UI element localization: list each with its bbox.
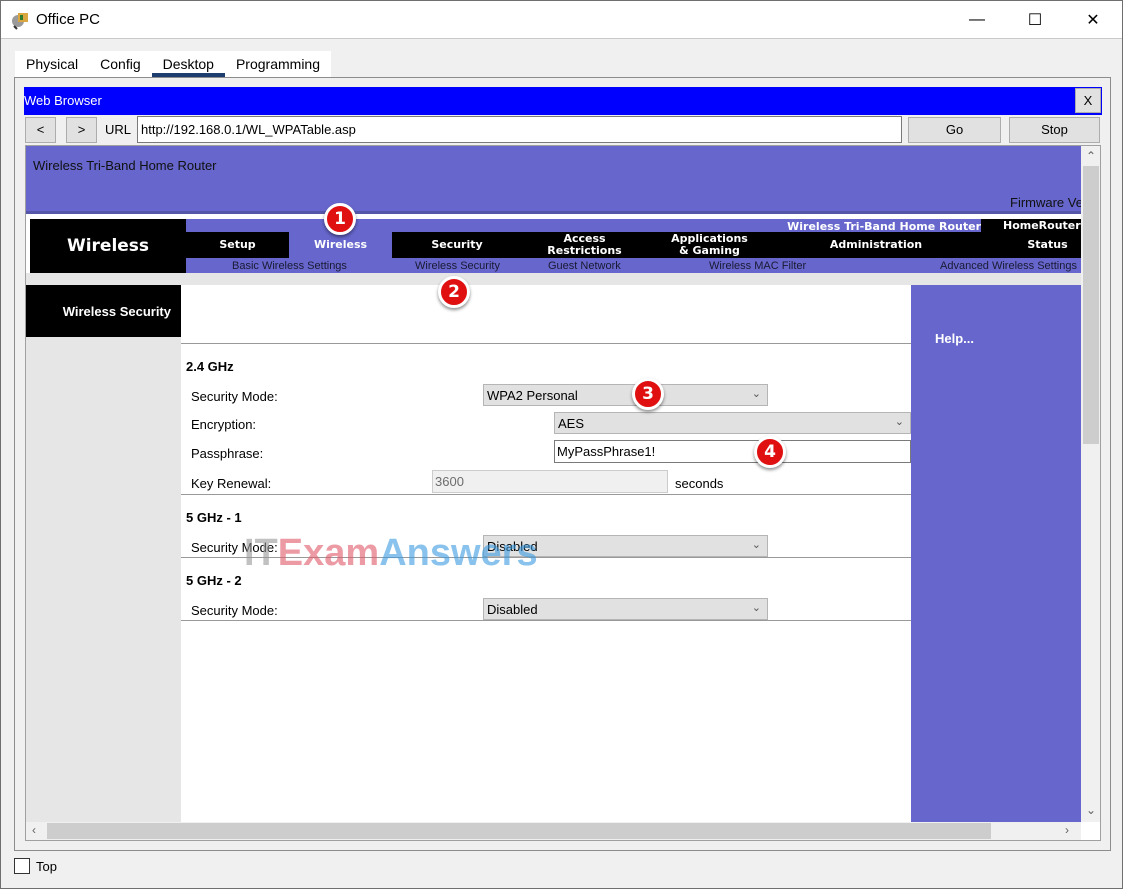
divider	[181, 494, 911, 495]
chevron-down-icon: ⌄	[894, 416, 904, 428]
sidebar-title: Wireless Security	[26, 285, 181, 337]
url-input[interactable]: http://192.168.0.1/WL_WPATable.asp	[137, 116, 902, 143]
divider	[181, 557, 911, 558]
chevron-down-icon: ⌄	[751, 539, 761, 551]
band-5ghz-2-title: 5 GHz - 2	[186, 573, 242, 588]
vertical-scroll-thumb[interactable]	[1083, 166, 1099, 444]
close-window-button[interactable]: ✕	[1064, 1, 1122, 39]
desktop-panel: Web Browser X < > URL http://192.168.0.1…	[14, 77, 1111, 851]
nav-applications-gaming[interactable]: Applications & Gaming	[647, 232, 772, 258]
security-mode-label-5-1: Security Mode:	[191, 540, 278, 555]
router-host-name: HomeRouter	[981, 219, 1081, 232]
subnav-wireless-security[interactable]: Wireless Security	[415, 260, 500, 272]
app-icon	[12, 13, 28, 30]
router-page: Wireless Tri-Band Home Router Firmware V…	[26, 146, 1081, 822]
tab-physical[interactable]: Physical	[15, 51, 89, 77]
separator-band	[26, 273, 1081, 285]
top-checkbox-label: Top	[36, 859, 57, 874]
tab-programming[interactable]: Programming	[225, 51, 331, 77]
web-browser-title: Web Browser	[24, 93, 102, 108]
security-mode-select-5-2[interactable]: Disabled ⌄	[483, 598, 768, 620]
nav-access-restrictions[interactable]: Access Restrictions	[522, 232, 647, 258]
top-checkbox[interactable]	[14, 858, 30, 874]
scroll-up-icon[interactable]: ⌃	[1086, 149, 1096, 163]
tab-desktop[interactable]: Desktop	[151, 51, 226, 77]
main-nav: Setup Wireless Security Access Restricti…	[186, 232, 1081, 258]
band-5ghz-1-title: 5 GHz - 1	[186, 510, 242, 525]
firmware-version-label: Firmware Ve	[1010, 195, 1081, 210]
router-header-title: Wireless Tri-Band Home Router	[33, 158, 217, 173]
forward-button[interactable]: >	[66, 117, 97, 143]
window-title: Office PC	[36, 11, 100, 28]
tab-config[interactable]: Config	[89, 51, 151, 77]
band-24ghz-title: 2.4 GHz	[186, 359, 234, 374]
section-brand: Wireless	[30, 219, 186, 273]
security-mode-label-24: Security Mode:	[191, 389, 278, 404]
subnav-guest-network[interactable]: Guest Network	[548, 260, 621, 272]
scroll-right-icon[interactable]: ›	[1065, 823, 1069, 837]
go-button[interactable]: Go	[908, 117, 1001, 143]
key-renewal-unit: seconds	[675, 476, 724, 491]
sidebar: Wireless Security	[26, 285, 181, 822]
divider	[181, 343, 911, 344]
security-mode-label-5-2: Security Mode:	[191, 603, 278, 618]
security-form: 2.4 GHz Security Mode: WPA2 Personal ⌄ E…	[181, 285, 911, 822]
subnav-advanced-wireless-settings[interactable]: Advanced Wireless Settings	[940, 260, 1077, 272]
stop-button[interactable]: Stop	[1009, 117, 1100, 143]
annotation-badge-4: 4	[754, 436, 786, 468]
passphrase-label: Passphrase:	[191, 446, 264, 461]
scroll-left-icon[interactable]: ‹	[32, 823, 36, 837]
subnav-basic-wireless-settings[interactable]: Basic Wireless Settings	[232, 260, 347, 272]
title-bar: Office PC — ☐ ✕	[1, 1, 1122, 39]
router-header: Wireless Tri-Band Home Router Firmware V…	[26, 146, 1081, 214]
security-mode-value-5-2: Disabled	[487, 602, 538, 617]
browser-close-button[interactable]: X	[1075, 88, 1101, 113]
back-button[interactable]: <	[25, 117, 56, 143]
encryption-value: AES	[558, 416, 585, 431]
web-browser-titlebar: Web Browser X	[24, 87, 1102, 115]
nav-administration[interactable]: Administration	[772, 232, 980, 258]
encryption-label: Encryption:	[191, 417, 257, 432]
nav-security[interactable]: Security	[392, 232, 522, 258]
router-navbar: Wireless Wireless Tri-Band Home Router H…	[30, 219, 1081, 273]
key-renewal-label: Key Renewal:	[191, 476, 272, 491]
horizontal-scroll-thumb[interactable]	[47, 823, 991, 839]
minimize-button[interactable]: —	[948, 1, 1006, 39]
security-mode-value-24: WPA2 Personal	[487, 388, 578, 403]
encryption-select[interactable]: AES ⌄	[554, 412, 911, 434]
security-mode-select-5-1[interactable]: Disabled ⌄	[483, 535, 768, 557]
annotation-badge-2: 2	[438, 276, 470, 308]
help-link[interactable]: Help...	[935, 331, 974, 346]
chevron-down-icon: ⌄	[751, 388, 761, 400]
annotation-badge-3: 3	[632, 378, 664, 410]
browser-viewport: Wireless Tri-Band Home Router Firmware V…	[25, 145, 1101, 841]
nav-status[interactable]: Status	[980, 232, 1081, 258]
passphrase-input[interactable]: MyPassPhrase1!	[554, 440, 911, 463]
url-label: URL	[105, 122, 132, 137]
nav-wireless[interactable]: Wireless	[289, 232, 392, 258]
security-mode-select-24[interactable]: WPA2 Personal ⌄	[483, 384, 768, 406]
scroll-down-icon[interactable]: ⌄	[1086, 803, 1096, 817]
nav-panel: Wireless Tri-Band Home Router HomeRouter…	[186, 219, 1081, 273]
annotation-badge-1: 1	[324, 203, 356, 235]
divider	[181, 620, 911, 621]
key-renewal-input[interactable]: 3600	[432, 470, 668, 493]
subnav-wireless-mac-filter[interactable]: Wireless MAC Filter	[709, 260, 806, 272]
nav-setup[interactable]: Setup	[186, 232, 289, 258]
security-mode-value-5-1: Disabled	[487, 539, 538, 554]
help-panel: Help...	[911, 285, 1081, 822]
device-tabs: Physical Config Desktop Programming	[15, 51, 331, 77]
maximize-button[interactable]: ☐	[1006, 1, 1064, 39]
chevron-down-icon: ⌄	[751, 602, 761, 614]
office-pc-window: Office PC — ☐ ✕ Physical Config Desktop …	[0, 0, 1123, 889]
vertical-scrollbar[interactable]: ⌃ ⌄	[1081, 146, 1100, 822]
horizontal-scrollbar[interactable]: ‹ ›	[26, 822, 1081, 840]
